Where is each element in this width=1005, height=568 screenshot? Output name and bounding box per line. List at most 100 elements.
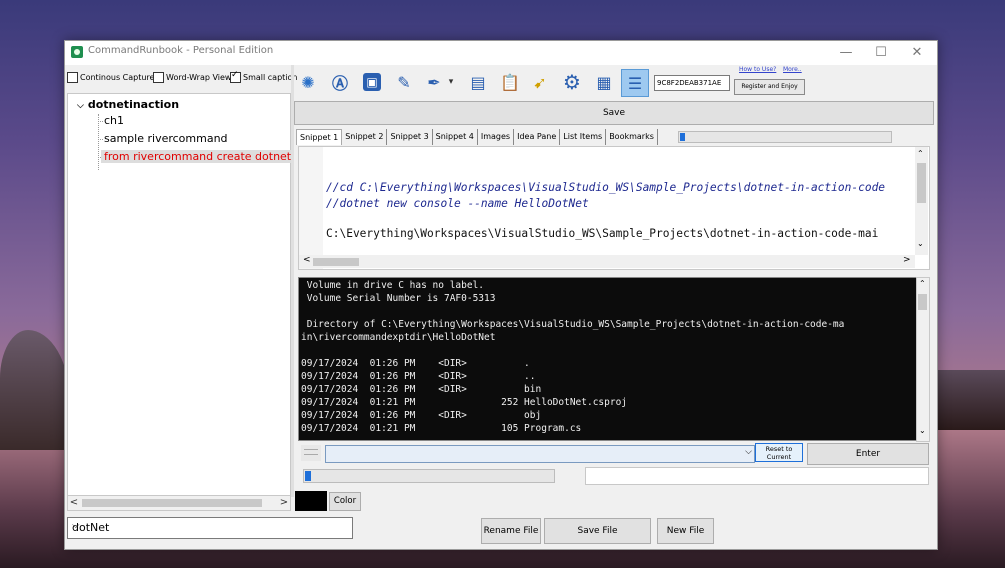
scroll-right-icon[interactable]: >	[903, 255, 911, 265]
stack-icon[interactable]: ☰	[621, 69, 649, 97]
terminal-line: 09/17/2024 01:26 PM <DIR> bin	[301, 384, 542, 395]
maximize-button[interactable]: ☐	[866, 43, 896, 63]
scroll-down-icon[interactable]: ⌄	[919, 426, 926, 435]
tab-progress-fill	[680, 133, 685, 141]
command-progress-fill	[305, 471, 311, 481]
terminal-line: 09/17/2024 01:26 PM <DIR> .	[301, 358, 530, 369]
tab-snippet-4[interactable]: Snippet 4	[433, 129, 478, 145]
tree-connector	[98, 121, 103, 122]
tab-idea-pane[interactable]: Idea Pane	[514, 129, 561, 145]
minimize-button[interactable]: —	[831, 43, 861, 63]
color-button[interactable]: Color	[329, 492, 361, 511]
tab-snippet-3[interactable]: Snippet 3	[387, 129, 433, 145]
clipboard-icon[interactable]: 📋	[497, 69, 523, 95]
save-file-button[interactable]: Save File	[544, 518, 651, 544]
chevron-down-icon: ⌵	[72, 520, 80, 531]
panel-icon[interactable]: ▤	[465, 69, 491, 95]
chevron-down-icon[interactable]: ⌵	[77, 101, 84, 111]
terminal-line: 09/17/2024 01:26 PM <DIR> ..	[301, 371, 536, 382]
command-progress-bar	[303, 469, 555, 483]
rename-file-button[interactable]: Rename File	[481, 518, 541, 544]
app-icon	[71, 46, 83, 58]
dropdown-arrow-icon[interactable]: ▾	[445, 69, 457, 95]
color-swatch[interactable]	[295, 491, 327, 511]
terminal-line: 09/17/2024 01:21 PM 105 Program.cs	[301, 423, 582, 434]
how-to-use-link[interactable]: How to Use?	[739, 66, 776, 73]
scroll-up-icon[interactable]: ⌃	[919, 279, 926, 288]
terminal-line: Directory of C:\Everything\Workspaces\Vi…	[301, 319, 845, 330]
background-rocks-left	[0, 330, 70, 450]
editor-horizontal-scrollbar[interactable]: < >	[299, 255, 915, 268]
tree-root-label: dotnetinaction	[87, 98, 180, 111]
tab-bookmarks[interactable]: Bookmarks	[606, 129, 658, 145]
profile-dropdown[interactable]: dotNet ⌵	[67, 517, 353, 539]
small-caption-option[interactable]: Small caption	[230, 70, 297, 83]
reset-to-current-button[interactable]: Reset to Current	[755, 443, 803, 462]
small-caption-checkbox[interactable]	[230, 70, 241, 83]
splitter[interactable]	[291, 65, 294, 497]
terminal-line: in\rivercommandexptdir\HelloDotNet	[301, 332, 496, 343]
word-wrap-checkbox[interactable]	[153, 72, 164, 83]
enter-button[interactable]: Enter	[807, 443, 929, 465]
command-history-icon[interactable]	[301, 445, 321, 461]
chevron-down-icon[interactable]: ⌵	[745, 447, 752, 457]
tab-snippet-1[interactable]: Snippet 1	[296, 129, 343, 145]
edit-icon[interactable]: ✎	[391, 69, 417, 95]
word-wrap-label: Word-Wrap View	[166, 73, 232, 82]
command-input[interactable]: ⌵	[325, 445, 755, 463]
continuous-capture-checkbox[interactable]	[67, 72, 78, 83]
status-field	[585, 467, 929, 485]
code-line: //cd C:\Everything\Workspaces\VisualStud…	[326, 181, 886, 194]
scroll-thumb[interactable]	[917, 163, 926, 203]
terminal-line: Volume Serial Number is 7AF0-5313	[301, 293, 496, 304]
code-line: C:\Everything\Workspaces\VisualStudio_WS…	[326, 227, 879, 240]
tab-progress-bar	[678, 131, 892, 143]
tab-snippet-2[interactable]: Snippet 2	[342, 129, 388, 145]
terminal-line: 09/17/2024 01:21 PM 252 HelloDotNet.cspr…	[301, 397, 628, 408]
editor-gutter	[299, 147, 323, 269]
calendar-icon[interactable]: ▦	[591, 69, 617, 95]
window-icon[interactable]: ▣	[359, 69, 385, 95]
title-bar: CommandRunbook - Personal Edition — ☐ ✕	[65, 41, 937, 65]
background-rocks-right	[935, 370, 1005, 430]
terminal-output[interactable]: Volume in drive C has no label. Volume S…	[298, 277, 917, 441]
license-key-field[interactable]: 9C8F2DEAB371AE	[654, 75, 730, 91]
gear-icon[interactable]: ⚙	[559, 69, 585, 95]
snippet-editor[interactable]: //cd C:\Everything\Workspaces\VisualStud…	[298, 146, 930, 270]
scroll-thumb[interactable]	[313, 258, 359, 266]
snippet-tabs: Snippet 1 Snippet 2 Snippet 3 Snippet 4 …	[296, 129, 658, 145]
more-link[interactable]: More..	[783, 66, 802, 73]
scroll-up-icon[interactable]: ⌃	[917, 149, 924, 158]
word-wrap-option[interactable]: Word-Wrap View	[153, 72, 231, 83]
scroll-thumb[interactable]	[82, 499, 262, 507]
continuous-capture-option[interactable]: Continous Capture	[67, 72, 154, 83]
tree-connector	[98, 114, 99, 170]
new-file-button[interactable]: New File	[657, 518, 714, 544]
snippet-tree[interactable]: ⌵ dotnetinaction ch1 sample rivercommand …	[67, 93, 291, 497]
terminal-line: 09/17/2024 01:26 PM <DIR> obj	[301, 410, 542, 421]
tree-root[interactable]: ⌵ dotnetinaction	[77, 98, 179, 111]
magic-wand-icon[interactable]: ✺	[295, 69, 321, 95]
text-a-icon[interactable]: Ⓐ	[327, 69, 353, 95]
scroll-left-icon[interactable]: <	[68, 496, 80, 510]
tree-item-selected[interactable]: from rivercommand create dotnet p	[101, 150, 291, 163]
tree-item-sample-rivercommand[interactable]: sample rivercommand	[104, 132, 228, 145]
register-button[interactable]: Register and Enjoy	[734, 79, 805, 95]
scroll-left-icon[interactable]: <	[303, 255, 311, 265]
editor-vertical-scrollbar[interactable]: ⌃ ⌄	[915, 147, 928, 255]
window-title: CommandRunbook - Personal Edition	[88, 45, 274, 56]
code-line: //dotnet new console --name HelloDotNet	[326, 197, 589, 210]
tab-list-items[interactable]: List Items	[560, 129, 607, 145]
scroll-thumb[interactable]	[918, 294, 927, 310]
run-icon[interactable]: ➹	[527, 69, 553, 95]
tree-connector	[98, 139, 103, 140]
scroll-down-icon[interactable]: ⌄	[917, 239, 924, 248]
close-button[interactable]: ✕	[902, 43, 932, 63]
scroll-right-icon[interactable]: >	[278, 496, 290, 510]
tree-item-ch1[interactable]: ch1	[104, 114, 124, 127]
terminal-vertical-scrollbar[interactable]: ⌃ ⌄	[916, 277, 930, 442]
dropper-icon[interactable]: ✒	[421, 69, 447, 95]
tree-horizontal-scrollbar[interactable]: < >	[67, 495, 291, 511]
tab-images[interactable]: Images	[478, 129, 515, 145]
save-button[interactable]: Save	[294, 101, 934, 125]
